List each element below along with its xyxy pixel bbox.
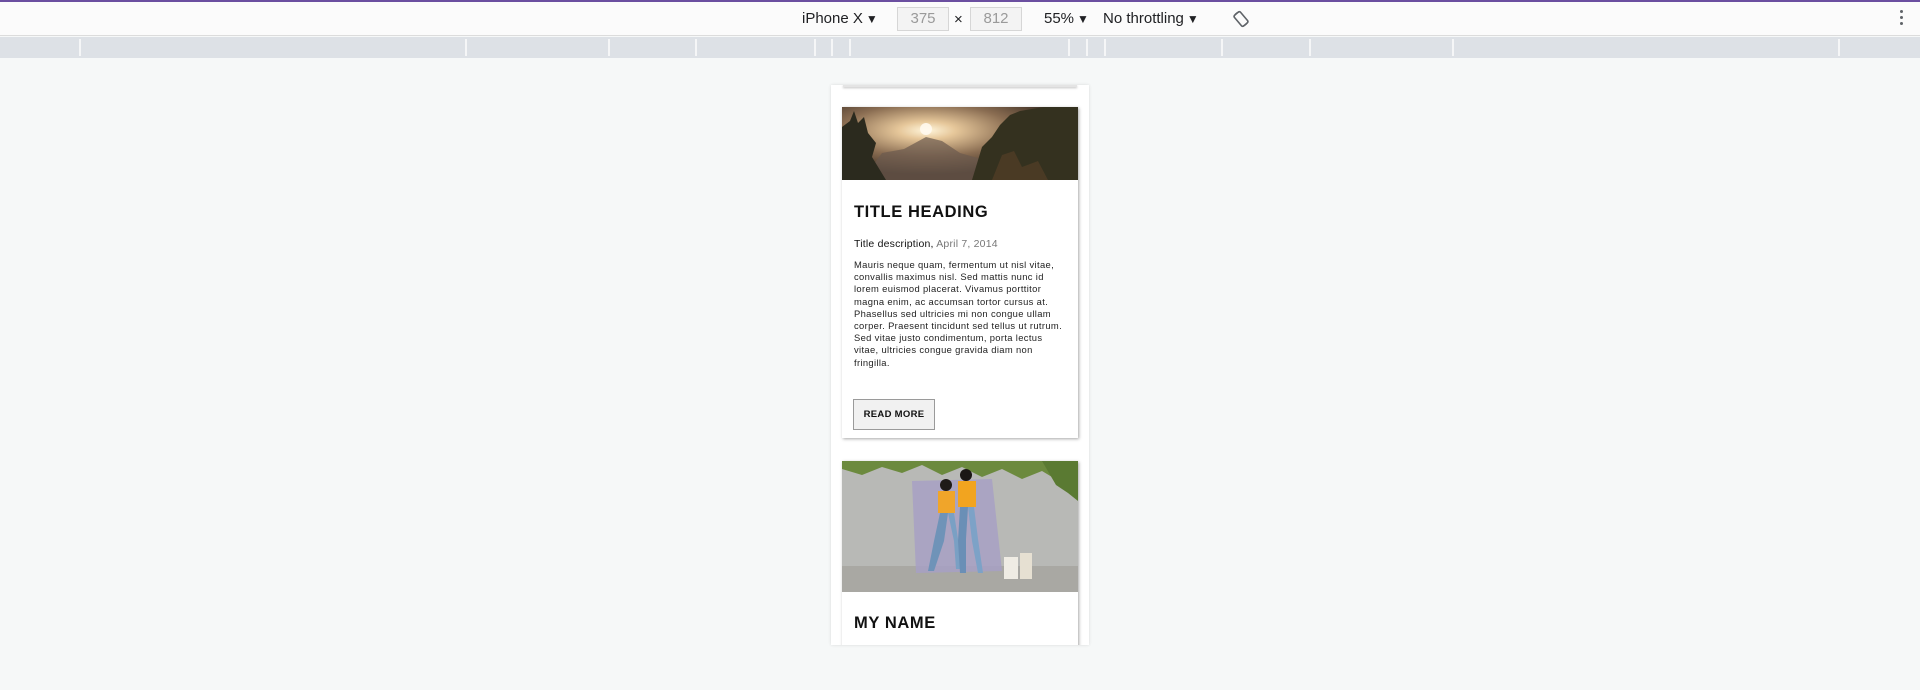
card-title: MY NAME	[854, 614, 936, 632]
chevron-down-icon: ▼	[1077, 12, 1089, 26]
device-name: iPhone X	[802, 10, 863, 27]
zoom-select[interactable]: 55% ▼	[1044, 10, 1089, 27]
card-body-text: Mauris neque quam, fermentum ut nisl vit…	[854, 259, 1063, 368]
device-toolbar: iPhone X ▼ 375 × 812 55% ▼ No throttling ▼	[0, 2, 1920, 36]
mountain-sunset-image	[842, 107, 1078, 180]
couple-photo-image	[842, 461, 1078, 592]
card-subtitle: Title description, April 7, 2014	[854, 238, 998, 250]
chevron-down-icon: ▼	[865, 12, 878, 26]
device-viewport[interactable]: TITLE HEADING Title description, April 7…	[831, 85, 1089, 645]
dimension-separator: ×	[954, 11, 963, 28]
rotate-icon[interactable]	[1232, 10, 1250, 28]
read-more-button[interactable]: READ MORE	[853, 399, 935, 430]
card-title: TITLE HEADING	[854, 203, 989, 221]
throttling-value: No throttling	[1103, 10, 1184, 27]
height-input[interactable]: 812	[970, 7, 1022, 31]
card-description-label: Title description,	[854, 238, 934, 250]
media-query-bar[interactable]	[0, 37, 1920, 58]
more-options-icon[interactable]	[1900, 10, 1904, 28]
blog-card: TITLE HEADING Title description, April 7…	[842, 107, 1078, 438]
zoom-value: 55%	[1044, 10, 1075, 27]
width-input[interactable]: 375	[897, 7, 949, 31]
blog-card: MY NAME	[842, 461, 1078, 645]
chevron-down-icon: ▼	[1186, 12, 1199, 26]
device-select[interactable]: iPhone X ▼	[802, 10, 878, 27]
throttling-select[interactable]: No throttling ▼	[1103, 10, 1199, 27]
card-date: April 7, 2014	[936, 238, 998, 250]
previous-card-edge	[843, 85, 1077, 87]
